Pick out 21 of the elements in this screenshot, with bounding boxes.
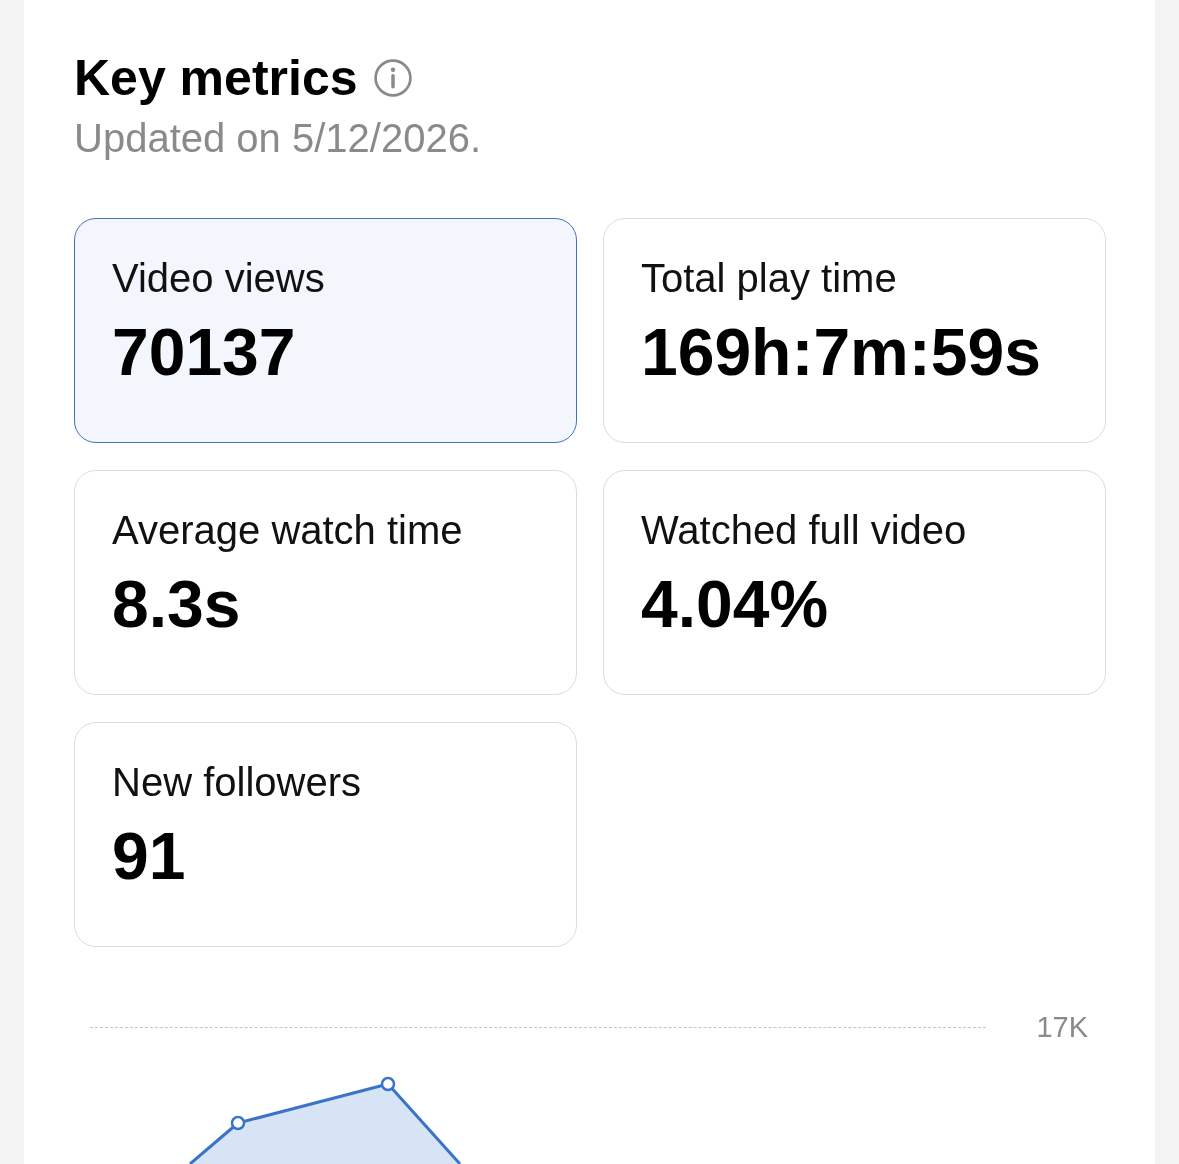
metric-value: 169h:7m:59s xyxy=(641,314,1041,390)
metric-card[interactable]: Average watch time 8.3s xyxy=(74,470,577,695)
metric-label: Total play time xyxy=(641,255,897,302)
chart-point xyxy=(380,1076,396,1092)
metric-label: New followers xyxy=(112,759,361,806)
axis-tick-label: 17K xyxy=(1036,1010,1088,1045)
updated-date-text: Updated on 5/12/2026. xyxy=(74,115,482,162)
metric-value: 91 xyxy=(112,818,186,894)
chart-point xyxy=(230,1115,246,1131)
info-icon[interactable] xyxy=(373,59,412,97)
metric-value: 70137 xyxy=(112,314,296,390)
metric-value: 4.04% xyxy=(641,566,829,642)
metric-label: Video views xyxy=(112,255,325,302)
metric-label: Average watch time xyxy=(112,507,463,554)
metric-card[interactable]: Watched full video 4.04% xyxy=(603,470,1106,695)
metric-card[interactable]: Total play time 169h:7m:59s xyxy=(603,218,1106,443)
metric-value: 8.3s xyxy=(112,566,241,642)
metric-card[interactable]: New followers 91 xyxy=(74,722,577,947)
section-title: Key metrics xyxy=(74,49,358,108)
metric-card[interactable]: Video views 70137 xyxy=(74,218,577,443)
metric-label: Watched full video xyxy=(641,507,967,554)
